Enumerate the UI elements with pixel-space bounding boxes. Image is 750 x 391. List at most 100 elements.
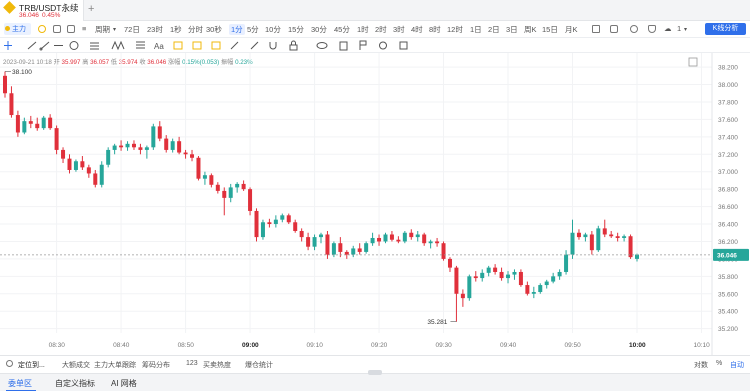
- log-scale-button[interactable]: 对数: [694, 360, 708, 370]
- chart-settings-icon[interactable]: [688, 57, 698, 67]
- timeframe-option[interactable]: 12时: [447, 24, 463, 35]
- candle-body: [164, 138, 169, 150]
- pitchfork-icon[interactable]: [136, 41, 145, 49]
- cloud-icon[interactable]: ☁: [664, 24, 672, 33]
- fib-icon[interactable]: [173, 41, 183, 50]
- symbol-tab[interactable]: TRB/USDT永续 36.046 0.45%: [0, 0, 84, 21]
- main-mode-label: 主力: [12, 26, 26, 33]
- period-icon[interactable]: ≡: [82, 24, 86, 33]
- eye-icon[interactable]: [316, 42, 328, 49]
- whale-orders-button[interactable]: 主力大单跟踪: [94, 360, 136, 370]
- candle-body: [506, 274, 511, 279]
- x-tick-label: 10:00: [629, 342, 646, 349]
- right-chevron-icon[interactable]: ▾: [684, 26, 687, 33]
- trend-line-icon[interactable]: [27, 41, 37, 50]
- crosshair-icon[interactable]: [4, 41, 12, 50]
- y-tick-label: 35.600: [718, 291, 738, 298]
- text-tool-icon[interactable]: Aa: [154, 42, 164, 51]
- candle-body: [254, 210, 259, 238]
- buy-sell-heat-button[interactable]: 买卖热度: [203, 360, 231, 370]
- add-indicator-icon[interactable]: [38, 25, 46, 33]
- tab-bar: TRB/USDT永续 36.046 0.45% +: [0, 0, 750, 21]
- pencil-icon[interactable]: [230, 41, 239, 50]
- candle-body: [628, 236, 633, 258]
- liquidation-stats-button[interactable]: 爆仓统计: [245, 360, 273, 370]
- chart-bottom-bar: 定位到... 大额成交 主力大单跟踪 筹码分布 123 买卖热度 爆仓统计 对数…: [0, 355, 750, 371]
- timeframe-option[interactable]: 1分: [229, 24, 245, 35]
- brush-icon[interactable]: [211, 41, 221, 50]
- timeframe-option[interactable]: 15分: [288, 24, 304, 35]
- timeframe-option[interactable]: 30分: [311, 24, 327, 35]
- x-tick-label: 08:50: [178, 342, 195, 349]
- timeframe-option[interactable]: 1时: [357, 24, 369, 35]
- counter-button[interactable]: 123: [186, 360, 198, 367]
- timeframe-option[interactable]: 72日: [124, 24, 140, 35]
- candle-body: [54, 128, 59, 150]
- candle-body: [609, 234, 614, 237]
- kline-analysis-button[interactable]: K线分析: [705, 23, 746, 35]
- measure-icon[interactable]: [192, 41, 202, 50]
- timeframe-option[interactable]: 3日: [506, 24, 518, 35]
- calendar-icon[interactable]: [53, 25, 61, 33]
- timeframe-option[interactable]: 2日: [488, 24, 500, 35]
- timeframe-option[interactable]: 30秒: [206, 24, 222, 35]
- wave-icon[interactable]: [111, 40, 125, 51]
- timeframe-option[interactable]: 8时: [429, 24, 441, 35]
- screen-icon[interactable]: [610, 25, 618, 33]
- candle-body: [583, 234, 588, 238]
- tab-ai-grid[interactable]: AI 网格: [111, 378, 137, 389]
- timeframe-option[interactable]: 45分: [334, 24, 350, 35]
- magnet-icon[interactable]: [269, 42, 277, 50]
- candle-body: [41, 117, 46, 129]
- timeframe-option[interactable]: 3时: [393, 24, 405, 35]
- large-trades-button[interactable]: 大额成交: [62, 360, 90, 370]
- candle-body: [319, 234, 323, 238]
- ray-icon[interactable]: [39, 41, 50, 51]
- period-chevron-icon[interactable]: ▾: [113, 26, 116, 33]
- camera-icon[interactable]: [592, 25, 600, 33]
- auto-scale-button[interactable]: 自动: [730, 360, 744, 370]
- flag-icon[interactable]: [359, 40, 367, 50]
- timeframe-option[interactable]: 1秒: [170, 24, 182, 35]
- percent-scale-button[interactable]: %: [716, 360, 722, 367]
- ruler-icon[interactable]: [250, 41, 259, 50]
- timeframe-option[interactable]: 10分: [265, 24, 281, 35]
- candle-body: [589, 234, 594, 251]
- add-tab-button[interactable]: +: [88, 3, 94, 15]
- candle-body: [260, 222, 265, 238]
- min-price-label: 35.281: [427, 319, 447, 326]
- panel-resize-handle[interactable]: [368, 370, 382, 375]
- right-count[interactable]: 1: [677, 24, 681, 33]
- timeframe-option[interactable]: 4时: [411, 24, 423, 35]
- parallel-lines-icon[interactable]: [90, 42, 99, 50]
- candlestick-chart[interactable]: 38.200 38.000 37.800 37.600 37.400 37.200 37.0…: [0, 53, 750, 355]
- timeframe-option[interactable]: 5分: [247, 24, 259, 35]
- timeframe-option[interactable]: 2时: [375, 24, 387, 35]
- timeframe-option[interactable]: 周K: [524, 24, 537, 35]
- tab-orders[interactable]: 委单区: [8, 378, 32, 389]
- gear-icon[interactable]: [379, 41, 387, 50]
- tab-custom-indicators[interactable]: 自定义指标: [55, 378, 95, 389]
- candle-body: [99, 164, 104, 185]
- timeframe-option[interactable]: 月K: [565, 24, 578, 35]
- locate-icon[interactable]: [6, 360, 13, 367]
- settings-icon[interactable]: [630, 25, 638, 33]
- timeframe-option[interactable]: 23时: [147, 24, 163, 35]
- layers-icon[interactable]: [399, 41, 408, 50]
- candle-body: [344, 251, 349, 255]
- chip-distribution-button[interactable]: 筹码分布: [142, 360, 170, 370]
- timeframe-option[interactable]: 分时: [188, 24, 203, 35]
- candle-body: [73, 161, 78, 170]
- lock-icon[interactable]: [289, 40, 298, 51]
- delete-icon[interactable]: [339, 41, 348, 51]
- candle-body: [222, 190, 227, 198]
- timeframe-option[interactable]: 15日: [542, 24, 558, 35]
- timeframe-option[interactable]: 1日: [470, 24, 482, 35]
- candle-body: [338, 243, 343, 252]
- layout-icon[interactable]: [67, 25, 75, 33]
- shield-icon[interactable]: [648, 25, 656, 33]
- candle-body: [22, 121, 27, 133]
- locate-button[interactable]: 定位到...: [18, 360, 45, 370]
- period-label[interactable]: 周期: [95, 24, 110, 35]
- circle-icon[interactable]: [69, 41, 79, 50]
